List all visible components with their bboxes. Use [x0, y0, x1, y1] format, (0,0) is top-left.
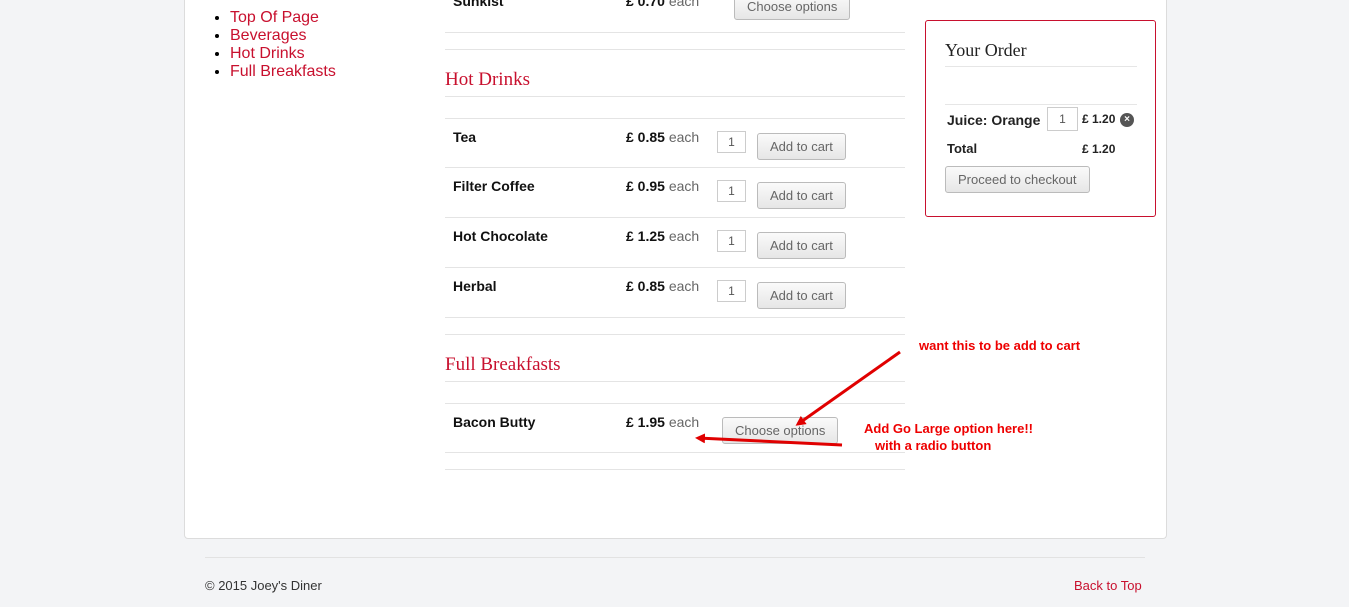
annotation-arrows — [695, 350, 901, 447]
arrow-to-price-area — [695, 433, 843, 447]
footer-divider — [205, 557, 1145, 558]
arrow-to-choose-options — [795, 350, 901, 426]
footer-copyright: © 2015 Joey's Diner — [205, 578, 322, 593]
back-to-top-link[interactable]: Back to Top — [1074, 578, 1142, 593]
